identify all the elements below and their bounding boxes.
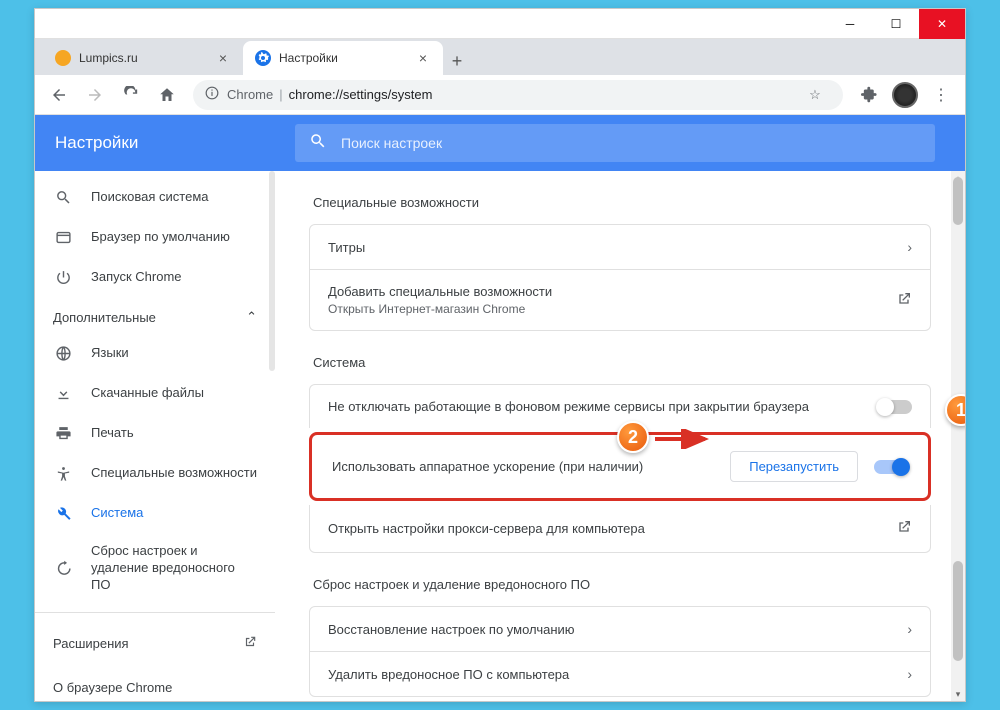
annotation-arrow bbox=[653, 429, 713, 449]
sidebar-item-label: Специальные возможности bbox=[91, 465, 257, 482]
section-title-system: Система bbox=[313, 355, 931, 370]
sidebar-item-startup[interactable]: Запуск Chrome bbox=[35, 257, 275, 297]
reload-button[interactable] bbox=[115, 79, 147, 111]
accessibility-card: Титры › Добавить специальные возможности… bbox=[309, 224, 931, 331]
annotation-badge-2: 2 bbox=[617, 421, 649, 453]
sidebar-item-accessibility[interactable]: Специальные возможности bbox=[35, 453, 275, 493]
open-external-icon bbox=[243, 635, 257, 652]
row-captions[interactable]: Титры › bbox=[310, 225, 930, 269]
page-content: Настройки Поисковая система Браузер по у… bbox=[35, 115, 965, 701]
settings-header: Настройки bbox=[35, 115, 965, 171]
chevron-right-icon: › bbox=[907, 621, 912, 637]
window-close-button[interactable]: ✕ bbox=[919, 9, 965, 39]
tab-close-button[interactable]: × bbox=[415, 50, 431, 66]
settings-sidebar: Поисковая система Браузер по умолчанию З… bbox=[35, 171, 275, 701]
profile-avatar[interactable] bbox=[889, 79, 921, 111]
sidebar-item-label: Запуск Chrome bbox=[91, 269, 182, 286]
scrollbar-thumb[interactable] bbox=[953, 561, 963, 661]
tab-title: Lumpics.ru bbox=[79, 51, 209, 65]
row-background-apps[interactable]: Не отключать работающие в фоновом режиме… bbox=[310, 385, 930, 428]
row-restore-defaults[interactable]: Восстановление настроек по умолчанию › bbox=[310, 607, 930, 651]
sidebar-item-label: Сброс настроек и удаление вредоносного П… bbox=[91, 543, 257, 594]
section-title-reset: Сброс настроек и удаление вредоносного П… bbox=[313, 577, 931, 592]
chevron-right-icon: › bbox=[907, 666, 912, 682]
page-title: Настройки bbox=[55, 133, 275, 153]
print-icon bbox=[53, 423, 73, 443]
download-icon bbox=[53, 383, 73, 403]
extensions-icon[interactable] bbox=[853, 79, 885, 111]
bookmark-star-icon[interactable]: ☆ bbox=[799, 79, 831, 111]
forward-button[interactable] bbox=[79, 79, 111, 111]
system-card-top: Не отключать работающие в фоновом режиме… bbox=[309, 384, 931, 428]
open-external-icon bbox=[896, 291, 912, 310]
sidebar-item-system[interactable]: Система bbox=[35, 493, 275, 533]
accessibility-icon bbox=[53, 463, 73, 483]
browser-window: ─ ☐ ✕ Lumpics.ru × Настройки × + bbox=[34, 8, 966, 702]
row-cleanup[interactable]: Удалить вредоносное ПО с компьютера › bbox=[310, 651, 930, 696]
tab-close-button[interactable]: × bbox=[215, 50, 231, 66]
restore-icon bbox=[53, 558, 73, 578]
site-info-icon[interactable] bbox=[205, 86, 219, 103]
section-label: Дополнительные bbox=[53, 310, 156, 325]
search-icon bbox=[309, 132, 327, 155]
favicon-icon bbox=[55, 50, 71, 66]
section-title-accessibility: Специальные возможности bbox=[313, 195, 931, 210]
sidebar-item-label: Поисковая система bbox=[91, 189, 209, 206]
sidebar-extensions-link[interactable]: Расширения bbox=[35, 621, 275, 666]
menu-button[interactable]: ⋮ bbox=[925, 79, 957, 111]
address-bar[interactable]: Chrome | chrome://settings/system ☆ bbox=[193, 80, 843, 110]
globe-icon bbox=[53, 343, 73, 363]
restart-button[interactable]: Перезапустить bbox=[730, 451, 858, 482]
gear-icon bbox=[255, 50, 271, 66]
power-icon bbox=[53, 267, 73, 287]
sidebar-item-search-engine[interactable]: Поисковая система bbox=[35, 177, 275, 217]
divider bbox=[35, 612, 275, 613]
sidebar-item-languages[interactable]: Языки bbox=[35, 333, 275, 373]
sidebar-item-label: Языки bbox=[91, 345, 129, 362]
open-external-icon bbox=[896, 519, 912, 538]
annotation-badge-1: 1 bbox=[945, 394, 965, 426]
sidebar-item-label: Скачанные файлы bbox=[91, 385, 204, 402]
row-add-accessibility[interactable]: Добавить специальные возможности Открыть… bbox=[310, 269, 930, 330]
sidebar-item-reset[interactable]: Сброс настроек и удаление вредоносного П… bbox=[35, 533, 275, 604]
tab-settings[interactable]: Настройки × bbox=[243, 41, 443, 75]
tab-title: Настройки bbox=[279, 51, 409, 65]
sidebar-item-downloads[interactable]: Скачанные файлы bbox=[35, 373, 275, 413]
new-tab-button[interactable]: + bbox=[443, 47, 471, 75]
sidebar-item-label: Браузер по умолчанию bbox=[91, 229, 230, 246]
window-maximize-button[interactable]: ☐ bbox=[873, 9, 919, 39]
url-text: chrome://settings/system bbox=[289, 87, 433, 102]
chevron-up-icon: ⌃ bbox=[246, 309, 257, 325]
home-button[interactable] bbox=[151, 79, 183, 111]
sidebar-item-default-browser[interactable]: Браузер по умолчанию bbox=[35, 217, 275, 257]
sidebar-item-label: Печать bbox=[91, 425, 134, 442]
search-icon bbox=[53, 187, 73, 207]
window-minimize-button[interactable]: ─ bbox=[827, 9, 873, 39]
tab-strip: Lumpics.ru × Настройки × + bbox=[35, 39, 965, 75]
window-titlebar: ─ ☐ ✕ bbox=[35, 9, 965, 39]
chevron-right-icon: › bbox=[907, 239, 912, 255]
system-card-bottom: Открыть настройки прокси-сервера для ком… bbox=[309, 505, 931, 553]
settings-main: Специальные возможности Титры › Добавить… bbox=[275, 171, 965, 701]
wrench-icon bbox=[53, 503, 73, 523]
sidebar-section-advanced[interactable]: Дополнительные ⌃ bbox=[35, 297, 275, 333]
scrollbar-thumb[interactable] bbox=[953, 177, 963, 225]
row-proxy[interactable]: Открыть настройки прокси-сервера для ком… bbox=[310, 505, 930, 552]
sidebar-item-print[interactable]: Печать bbox=[35, 413, 275, 453]
toolbar: Chrome | chrome://settings/system ☆ ⋮ bbox=[35, 75, 965, 115]
tab-lumpics[interactable]: Lumpics.ru × bbox=[43, 41, 243, 75]
toggle-background-apps[interactable] bbox=[878, 400, 912, 414]
page-scrollbar[interactable]: ▴ ▾ bbox=[951, 171, 965, 701]
reset-card: Восстановление настроек по умолчанию › У… bbox=[309, 606, 931, 697]
search-input[interactable] bbox=[341, 135, 921, 151]
settings-search[interactable] bbox=[295, 124, 935, 162]
scroll-down-icon[interactable]: ▾ bbox=[951, 687, 965, 701]
url-scheme: Chrome bbox=[227, 87, 273, 102]
sidebar-item-label: Система bbox=[91, 505, 143, 522]
browser-icon bbox=[53, 227, 73, 247]
sidebar-about-link[interactable]: О браузере Chrome bbox=[35, 666, 275, 701]
back-button[interactable] bbox=[43, 79, 75, 111]
toggle-hardware-accel[interactable] bbox=[874, 460, 908, 474]
